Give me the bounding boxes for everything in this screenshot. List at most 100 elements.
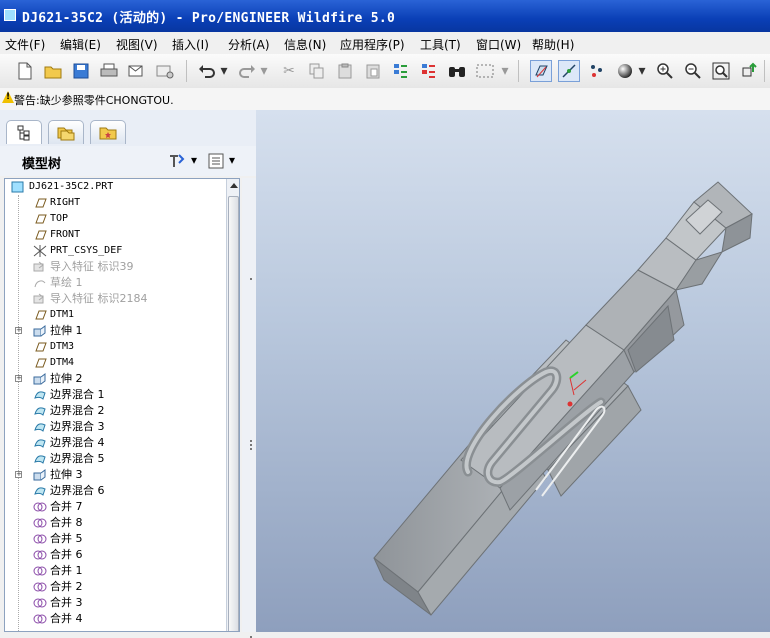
datum-point-display-icon[interactable] xyxy=(586,60,608,82)
select-dropdown-icon[interactable]: ▾ xyxy=(500,60,510,82)
tree-scrollbar[interactable] xyxy=(226,179,239,631)
tree-item[interactable]: 边界混合 5 xyxy=(5,451,225,467)
blend-feature-icon xyxy=(34,439,46,448)
panel-splitter[interactable] xyxy=(242,178,256,638)
expand-icon[interactable]: + xyxy=(15,471,22,478)
copy-icon[interactable] xyxy=(306,60,328,82)
reorient-icon[interactable] xyxy=(738,60,760,82)
tree-item[interactable]: 合并 1 xyxy=(5,563,225,579)
expand-icon[interactable]: + xyxy=(15,375,22,382)
menu-analysis[interactable]: 分析(A) xyxy=(228,36,270,53)
tree-item-label: 拉伸 2 xyxy=(50,372,83,385)
tree-item[interactable]: 边界混合 6 xyxy=(5,483,225,499)
tree-item[interactable]: 导入特征 标识39 xyxy=(5,259,225,275)
scroll-up-arrow-icon[interactable] xyxy=(230,183,238,188)
tree-item[interactable]: 合并 5 xyxy=(5,531,225,547)
tree-item[interactable]: 边界混合 3 xyxy=(5,419,225,435)
undo-dropdown-icon[interactable]: ▾ xyxy=(218,60,230,82)
main-toolbar: ▾ ▾ ✂ ▾ ▾ xyxy=(0,54,770,89)
tree-item[interactable]: + 拉伸 1 xyxy=(5,323,225,339)
paste-special-icon[interactable] xyxy=(362,60,384,82)
tree-item-label: 拉伸 1 xyxy=(50,324,83,337)
tree-item[interactable]: + 拉伸 2 xyxy=(5,371,225,387)
save-icon[interactable] xyxy=(70,60,92,82)
tree-root[interactable]: DJ621-35C2.PRT xyxy=(5,179,225,195)
tree-item[interactable]: DTM3 xyxy=(5,339,225,355)
tree-item-label: 合并 1 xyxy=(50,564,83,577)
datum-axis-display-icon[interactable] xyxy=(558,60,580,82)
extrude-feature-icon xyxy=(33,469,46,481)
menu-help[interactable]: 帮助(H) xyxy=(532,36,574,53)
tree-settings-dropdown-icon[interactable]: ▾ xyxy=(191,153,197,167)
tree-item[interactable]: + 拉伸 3 xyxy=(5,467,225,483)
tree-item[interactable]: TOP xyxy=(5,211,225,227)
menu-insert[interactable]: 插入(I) xyxy=(172,36,209,53)
tree-item[interactable]: 边界混合 1 xyxy=(5,387,225,403)
menu-info[interactable]: 信息(N) xyxy=(284,36,326,53)
merge-feature-icon xyxy=(33,582,47,592)
menu-file[interactable]: 文件(F) xyxy=(5,36,45,53)
redo-dropdown-icon[interactable]: ▾ xyxy=(258,60,270,82)
tree-settings-icon[interactable] xyxy=(168,153,190,172)
print-icon[interactable] xyxy=(98,60,120,82)
mail-link-icon[interactable] xyxy=(154,60,176,82)
datum-plane-display-icon[interactable] xyxy=(530,60,552,82)
shading-sphere-icon[interactable] xyxy=(614,60,636,82)
tree-item[interactable]: 边界混合 4 xyxy=(5,435,225,451)
tree-item[interactable]: 合并 3 xyxy=(5,595,225,611)
tab-folder-browser[interactable] xyxy=(48,120,84,144)
tree-item[interactable]: 合并 6 xyxy=(5,547,225,563)
new-file-icon[interactable] xyxy=(14,60,36,82)
zoom-out-icon[interactable] xyxy=(682,60,704,82)
scroll-thumb[interactable] xyxy=(228,196,239,631)
menu-applications[interactable]: 应用程序(P) xyxy=(340,36,405,53)
tree-item[interactable]: DTM1 xyxy=(5,307,225,323)
tree-item[interactable]: 合并 8 xyxy=(5,515,225,531)
select-box-icon[interactable] xyxy=(474,60,496,82)
tree-item-label: 草绘 1 xyxy=(50,276,83,289)
menu-tools[interactable]: 工具(T) xyxy=(420,36,461,53)
app-icon xyxy=(4,9,16,21)
tree-item[interactable]: 合并 4 xyxy=(5,611,225,627)
shading-dropdown-icon[interactable]: ▾ xyxy=(636,60,648,82)
tree-item[interactable]: 导入特征 标识2184 xyxy=(5,291,225,307)
open-folder-icon[interactable] xyxy=(42,60,64,82)
tree-item-label: DTM3 xyxy=(50,341,75,352)
merge-feature-icon xyxy=(33,566,47,576)
menu-edit[interactable]: 编辑(E) xyxy=(60,36,101,53)
tree-item-label: 边界混合 3 xyxy=(50,420,105,433)
send-mail-icon[interactable] xyxy=(126,60,148,82)
tree-item[interactable]: FRONT xyxy=(5,227,225,243)
expand-icon[interactable]: + xyxy=(15,327,22,334)
tree-item-label: FRONT xyxy=(50,229,81,240)
menu-view[interactable]: 视图(V) xyxy=(116,36,158,53)
menu-window[interactable]: 窗口(W) xyxy=(476,36,521,53)
tab-model-tree[interactable] xyxy=(6,120,42,144)
tree-item-label: 边界混合 4 xyxy=(50,436,105,449)
find-binoculars-icon[interactable] xyxy=(446,60,468,82)
cut-icon[interactable]: ✂ xyxy=(278,60,300,82)
graphics-viewport[interactable] xyxy=(256,110,770,632)
tree-item-label: DTM1 xyxy=(50,309,75,320)
tree-item[interactable]: 边界混合 2 xyxy=(5,403,225,419)
tree-item[interactable]: 合并 2 xyxy=(5,579,225,595)
tree-item[interactable]: RIGHT xyxy=(5,195,225,211)
tree-item-label: 导入特征 标识2184 xyxy=(50,292,148,305)
regenerate-icon[interactable] xyxy=(390,60,412,82)
tree-item[interactable]: DTM4 xyxy=(5,355,225,371)
tree-item[interactable]: 草绘 1 xyxy=(5,275,225,291)
blend-feature-icon xyxy=(34,455,46,464)
tree-show-dropdown-icon[interactable]: ▾ xyxy=(229,153,235,167)
paste-icon[interactable] xyxy=(334,60,356,82)
undo-icon[interactable] xyxy=(196,60,218,82)
redo-icon[interactable] xyxy=(236,60,258,82)
tree-item[interactable]: PRT_CSYS_DEF xyxy=(5,243,225,259)
tree-item-label: 合并 7 xyxy=(50,500,83,513)
tree-show-icon[interactable] xyxy=(208,153,226,172)
zoom-in-icon[interactable] xyxy=(654,60,676,82)
merge-feature-icon xyxy=(33,518,47,528)
tree-item[interactable]: 合并 7 xyxy=(5,499,225,515)
tab-favorites[interactable] xyxy=(90,120,126,144)
regeneration-manager-icon[interactable] xyxy=(418,60,440,82)
refit-icon[interactable] xyxy=(710,60,732,82)
